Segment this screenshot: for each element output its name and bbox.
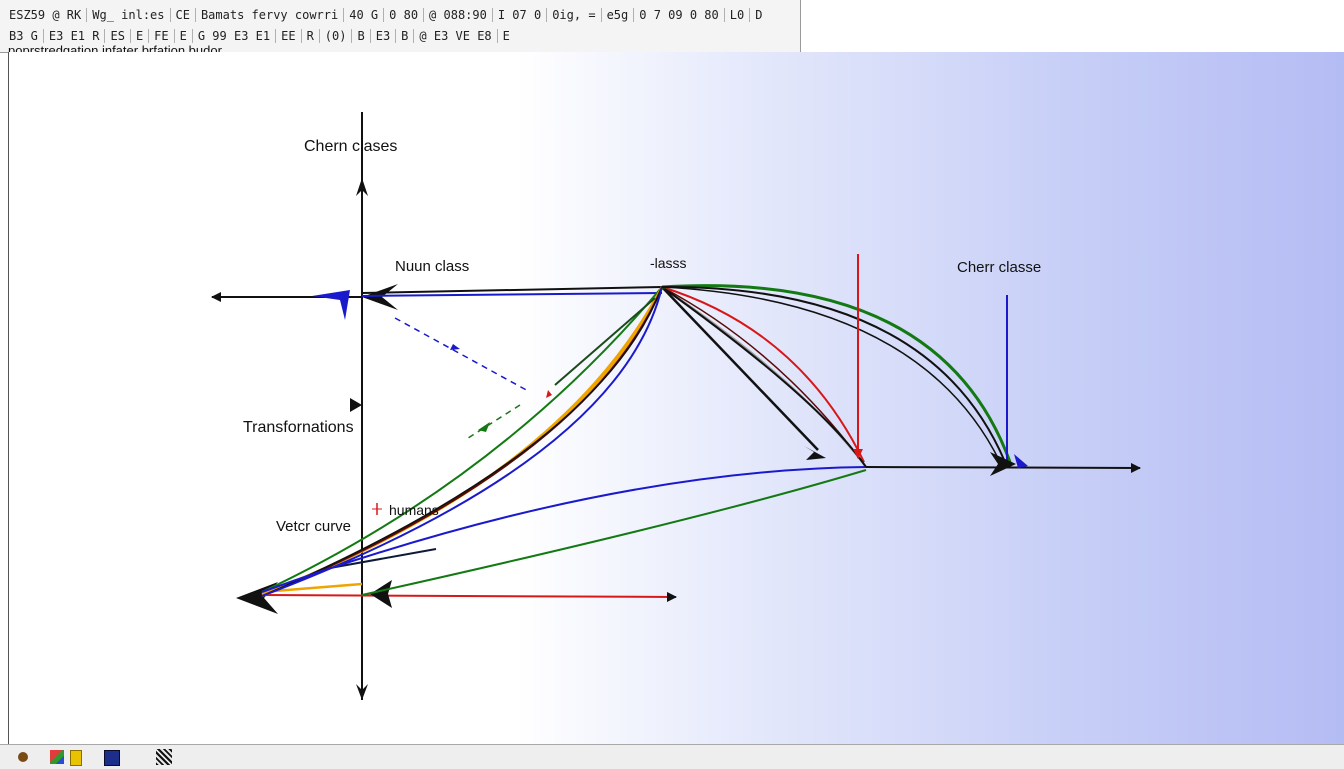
upper-junction-black-arrowhead [362, 284, 398, 310]
arc-green-outer [661, 284, 1012, 463]
curve-dark-red-right [661, 286, 867, 468]
curve-blue-lower [261, 466, 867, 593]
grid-icon[interactable] [156, 749, 172, 765]
dashed-blue-arrow [394, 317, 531, 393]
curve-orange-2 [261, 286, 664, 598]
small-red-mark [546, 390, 552, 398]
curve-gray-1 [661, 286, 867, 468]
label-humans: humans [389, 502, 439, 518]
upper-blue-line [361, 292, 663, 297]
label-lasss: -lasss [650, 255, 687, 271]
curve-green-lower [361, 469, 867, 596]
dashed-blue-arrowhead [450, 344, 460, 350]
curve-red-right [661, 286, 865, 463]
curve-blue-left [261, 286, 663, 597]
paint-icon[interactable] [50, 750, 64, 764]
right-axis-blue-arrowhead [1014, 454, 1028, 468]
diagram: Chern clases Nuun class -lasss Cherr cla… [211, 112, 1141, 700]
vertical-axis-tick-mid [350, 398, 362, 412]
taskbar [0, 744, 1344, 769]
arc-black-middle [661, 285, 1006, 463]
monitor-icon[interactable] [104, 750, 120, 766]
upper-axis-blue-arrowhead [312, 290, 350, 320]
line-apex-to-arrowhead [661, 286, 819, 451]
folder-icon[interactable] [70, 750, 82, 766]
curve-orange-1 [261, 286, 664, 596]
label-transformations: Transfornations [243, 419, 354, 436]
lower-black-arrowhead-mid [370, 580, 392, 608]
label-chern-classes: Chern clases [304, 138, 397, 155]
lower-red-arrow [261, 591, 677, 602]
curve-black-right [661, 286, 867, 468]
curve-dark-red [261, 286, 663, 597]
label-nuun-class: Nuun class [395, 258, 469, 275]
curve-green-left [261, 286, 663, 593]
label-cherr-classe: Cherr classe [957, 259, 1041, 276]
arc-black-inner [661, 286, 1001, 463]
curve-black-left [261, 286, 663, 597]
label-vetcr-curve: Vetcr curve [276, 518, 351, 535]
upper-black-line [361, 286, 663, 294]
orb-icon[interactable] [18, 752, 28, 762]
